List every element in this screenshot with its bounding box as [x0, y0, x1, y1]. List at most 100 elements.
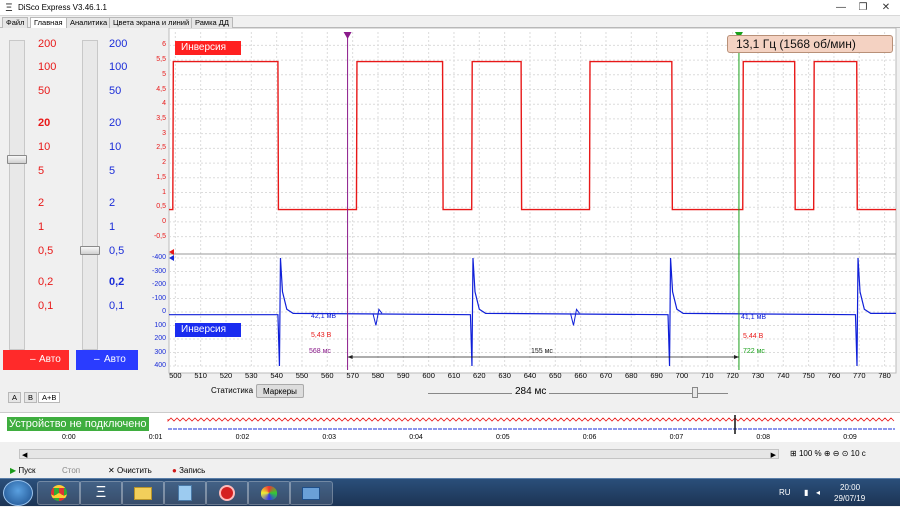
zoom-time-icon[interactable]: ⊙: [842, 449, 849, 458]
y-tick-b: 0: [162, 308, 166, 315]
control-bar: ▶ Пуск Стоп ✕ Очистить ● Запись: [0, 464, 900, 478]
record-button[interactable]: ● Запись: [172, 464, 205, 478]
scale-a-label: 5: [38, 165, 45, 177]
overview-tick: 0:05: [496, 434, 510, 441]
x-tick: 640: [523, 371, 537, 380]
y-tick-a: -0,5: [153, 232, 166, 240]
clear-button[interactable]: ✕ Очистить: [108, 464, 152, 478]
slider-track-b[interactable]: [82, 40, 98, 350]
overview-tick: 0:09: [843, 434, 857, 441]
auto-dash-a: –: [30, 354, 36, 365]
minimize-icon[interactable]: —: [830, 0, 852, 15]
x-tick: 680: [625, 371, 638, 380]
title-bar: Ξ DiSco Express V3.46.1.1 — ❐ ✕: [0, 0, 900, 16]
y-tick-a: 2,5: [156, 144, 166, 152]
tab-frame[interactable]: Рамка ДД: [191, 17, 233, 28]
tab-file[interactable]: Файл: [2, 17, 29, 28]
app-icon: Ξ: [5, 2, 13, 14]
tab-markers[interactable]: Маркеры: [256, 384, 304, 398]
x-tick: 520: [219, 371, 233, 380]
volume-icon[interactable]: ◂: [816, 488, 820, 497]
cursor2-b-value: 41,1 мВ: [741, 314, 767, 321]
frequency-readout: 13,1 Гц (1568 об/мин): [727, 35, 893, 53]
record-app-icon[interactable]: [205, 481, 249, 505]
slider-track-a[interactable]: [9, 40, 25, 350]
overview-tick: 0:07: [669, 434, 684, 441]
zoom-in-icon[interactable]: ⊕: [824, 449, 831, 458]
auto-button-b[interactable]: – Авто: [76, 350, 138, 370]
stop-button[interactable]: Стоп: [62, 464, 80, 478]
x-tick: 760: [827, 371, 841, 380]
scale-a-label: 2: [38, 197, 45, 209]
notepad-icon[interactable]: [163, 481, 207, 505]
delta-time: 155 мс: [531, 348, 553, 355]
slider-thumb-a[interactable]: [7, 155, 27, 164]
screenshot-icon[interactable]: [289, 481, 333, 505]
scale-b-label: 0,5: [109, 245, 125, 257]
auto-button-a[interactable]: – Авто: [3, 350, 69, 370]
menu-tabs: Файл Главная Аналитика Цвета экрана и ли…: [0, 16, 900, 29]
span-handle[interactable]: [692, 387, 698, 398]
play-icon: ▶: [10, 466, 17, 475]
chrome-icon[interactable]: [37, 481, 81, 505]
maximize-icon[interactable]: ❐: [852, 0, 874, 15]
zoom-fit-icon[interactable]: ⊞: [790, 449, 797, 458]
play-label: Пуск: [18, 466, 36, 475]
zoom-out-icon[interactable]: ⊖: [833, 449, 840, 458]
window-title: DiSco Express V3.46.1.1: [18, 3, 107, 12]
tab-colors[interactable]: Цвета экрана и линий: [109, 17, 194, 28]
channel-tab-a[interactable]: A: [8, 392, 22, 403]
cursor1-a-value: 5,43 В: [311, 332, 332, 339]
language-indicator[interactable]: RU: [779, 488, 791, 497]
y-tick-b: -400: [151, 254, 166, 261]
scroll-left-icon[interactable]: ◀: [22, 451, 27, 459]
x-tick: 620: [473, 371, 486, 380]
paint-icon[interactable]: [247, 481, 291, 505]
x-tick: 780: [878, 371, 891, 380]
plot-bottom-bar: Статистика Маркеры 284 мс: [163, 383, 900, 400]
clear-label: Очистить: [116, 466, 152, 475]
plot-canvas[interactable]: [163, 28, 900, 383]
clear-icon: ✕: [108, 466, 115, 475]
scroll-right-icon[interactable]: ▶: [771, 451, 776, 459]
x-tick: 630: [498, 371, 511, 380]
scale-b-label: 0,1: [109, 300, 125, 312]
y-tick-b: 100: [154, 321, 166, 329]
slider-thumb-b[interactable]: [80, 246, 100, 255]
scale-a-label: 20: [38, 117, 51, 129]
x-tick: 700: [675, 371, 689, 380]
overview-tick: 0:04: [409, 434, 423, 441]
play-button[interactable]: ▶ Пуск: [10, 464, 36, 478]
network-icon[interactable]: ▮: [804, 488, 808, 497]
scale-b-label: 2: [109, 197, 116, 209]
start-orb-icon[interactable]: [3, 480, 33, 506]
x-tick: 530: [245, 371, 258, 380]
y-tick-a: 5,5: [156, 56, 166, 64]
tab-analytics[interactable]: Аналитика: [66, 17, 112, 28]
channel-tab-b[interactable]: B: [24, 392, 38, 403]
close-icon[interactable]: ✕: [875, 0, 897, 15]
x-tick: 720: [726, 371, 739, 380]
zoom-percent: 100 %: [798, 449, 822, 458]
folder-icon[interactable]: [121, 481, 165, 505]
y-tick-b: -300: [151, 267, 166, 275]
channel-tab-ab[interactable]: A+B: [38, 392, 61, 403]
scale-b-label: 10: [109, 141, 122, 153]
y-tick-a: 5: [162, 70, 166, 78]
x-tick: 590: [397, 371, 410, 380]
x-tick: 660: [574, 371, 587, 380]
horizontal-scrollbar[interactable]: ◀ ▶: [19, 449, 779, 459]
tab-statistics[interactable]: Статистика: [205, 384, 260, 398]
cursor1-b-value: 42,1 мВ: [311, 313, 337, 320]
x-tick: 550: [295, 371, 309, 380]
channel-b-label: Инверсия: [175, 323, 241, 337]
oscilloscope-plot[interactable]: Инверсия Инверсия 42,1 мВ 5,43 В 568 мс …: [152, 28, 900, 400]
scale-b-label: 5: [109, 165, 116, 177]
y-tick-b: 300: [154, 348, 166, 356]
amplitude-panel: – Авто – Авто 200 100 50 20 10 5 2 1 0,5 0,2 0,1 20…: [0, 28, 163, 405]
x-tick: 580: [371, 371, 385, 380]
scale-a-label: 0,5: [38, 245, 54, 257]
scale-a-label: 1: [38, 221, 45, 233]
x-tick: 770: [853, 371, 866, 380]
disco-icon[interactable]: Ξ: [79, 481, 123, 505]
